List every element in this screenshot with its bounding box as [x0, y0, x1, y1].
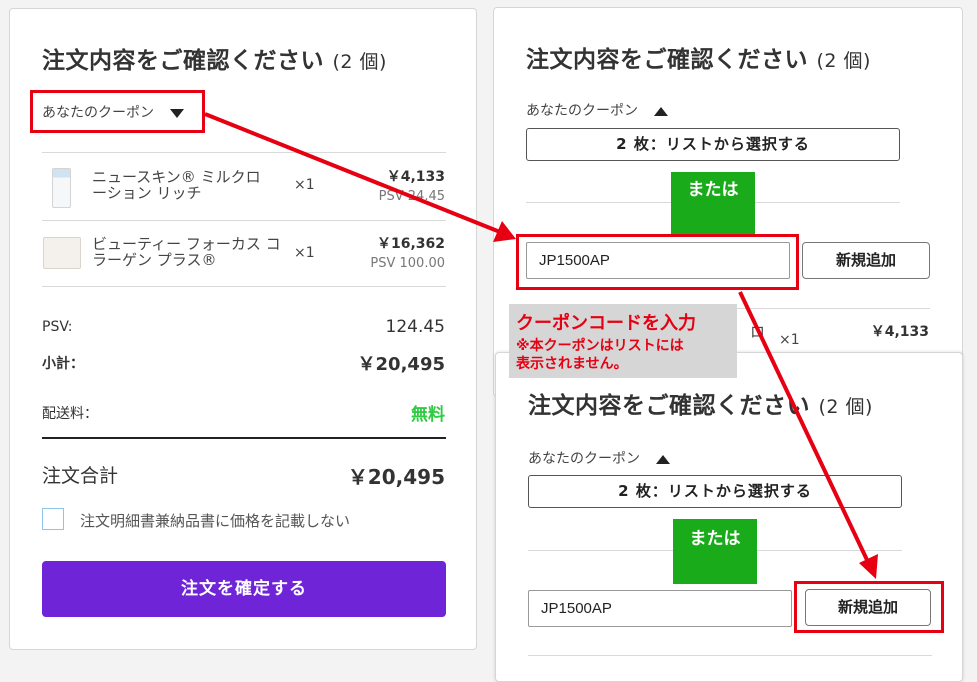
caret-up-icon: [654, 106, 669, 116]
psv-value: 124.45: [385, 317, 445, 337]
divider: [42, 220, 446, 221]
select-from-list-button[interactable]: 2 枚：リストから選択する: [526, 128, 900, 161]
divider: [528, 655, 932, 656]
product-image-collagen: [43, 237, 81, 269]
add-button-highlight: [794, 581, 944, 633]
caret-up-icon: [656, 454, 671, 464]
coupon-code-input[interactable]: JP1500AP: [528, 590, 792, 627]
product-psv: PSV 24.45: [378, 189, 445, 204]
coupon-toggle-highlight: [30, 90, 205, 133]
hide-price-checkbox[interactable]: [42, 508, 64, 530]
title-text: 注文内容をご確認ください: [42, 48, 324, 74]
product-qty: ×1: [294, 245, 315, 261]
order-summary-title: 注文内容をご確認ください (2 個): [528, 386, 873, 420]
annotation-callout: クーポンコードを入力 ※本クーポンはリストには 表示されません。: [509, 304, 737, 378]
product-qty: ×1: [294, 177, 315, 193]
confirm-order-label: 注文を確定する: [181, 579, 307, 599]
or-label: または: [673, 519, 757, 584]
item-count: (2 個): [818, 396, 873, 418]
product-name[interactable]: ビューティー フォーカス コラーゲン プラス®: [92, 236, 282, 268]
total-divider: [42, 437, 446, 439]
annotation-note-line1: ※本クーポンはリストには: [516, 338, 684, 354]
subtotal-value: ￥20,495: [357, 354, 445, 375]
product-psv: PSV 100.00: [370, 256, 445, 271]
add-coupon-button[interactable]: 新規追加: [802, 242, 930, 279]
product-price: ￥4,133: [386, 169, 445, 185]
annotation-heading: クーポンコードを入力: [516, 313, 696, 334]
coupon-toggle[interactable]: あなたのクーポン: [528, 448, 671, 468]
title-text: 注文内容をご確認ください: [528, 393, 810, 419]
hide-price-checkbox-label[interactable]: 注文明細書兼納品書に価格を記載しない: [80, 510, 350, 531]
divider: [42, 286, 446, 287]
product-price: ￥4,133: [870, 324, 929, 340]
title-text: 注文内容をご確認ください: [526, 47, 808, 73]
subtotal-label: 小計：: [42, 356, 84, 372]
product-name[interactable]: ニュースキン® ミルクローション リッチ: [92, 169, 262, 201]
shipping-label: 配送料：: [42, 406, 98, 422]
product-price: ￥16,362: [376, 236, 445, 252]
product-image-milk-lotion: [52, 168, 71, 208]
item-count: (2 個): [332, 51, 387, 73]
order-total-label: 注文合計: [42, 465, 119, 487]
item-count: (2 個): [816, 50, 871, 72]
product-name-partial: ロ: [750, 323, 766, 341]
coupon-toggle-label: あなたのクーポン: [526, 103, 638, 119]
coupon-toggle-label: あなたのクーポン: [528, 451, 640, 467]
order-total-value: ￥20,495: [347, 465, 445, 489]
divider: [42, 152, 446, 153]
coupon-toggle[interactable]: あなたのクーポン: [526, 100, 669, 120]
annotation-note-line2: 表示されません。: [516, 356, 628, 372]
or-label: または: [671, 172, 755, 234]
psv-label: PSV:: [42, 319, 73, 335]
coupon-input-highlight: [516, 234, 799, 290]
product-qty: ×1: [779, 332, 800, 348]
confirm-order-button[interactable]: 注文を確定する: [42, 561, 446, 617]
shipping-value: 無料: [411, 405, 445, 425]
order-summary-title: 注文内容をご確認ください (2 個): [42, 41, 387, 75]
order-summary-title: 注文内容をご確認ください (2 個): [526, 40, 871, 74]
select-from-list-button[interactable]: 2 枚：リストから選択する: [528, 475, 902, 508]
